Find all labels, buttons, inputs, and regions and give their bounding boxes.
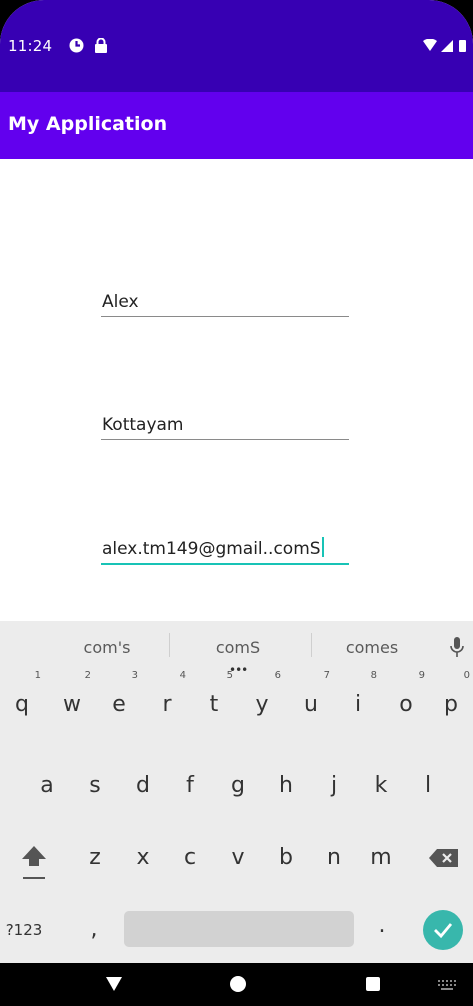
suggestion-2[interactable]: comS — [178, 638, 298, 657]
key-y[interactable]: 6y — [240, 670, 284, 728]
app-title: My Application — [8, 113, 168, 135]
key-d[interactable]: d — [121, 763, 165, 809]
key-a[interactable]: a — [25, 763, 69, 809]
backspace-icon[interactable] — [428, 847, 460, 869]
recents-square-icon[interactable] — [366, 977, 380, 991]
enter-key[interactable] — [423, 910, 463, 950]
system-status-icons — [423, 39, 466, 52]
key-r[interactable]: 4r — [145, 670, 189, 728]
space-key[interactable] — [124, 911, 354, 947]
key-b[interactable]: b — [264, 835, 308, 881]
key-v[interactable]: v — [216, 835, 260, 881]
key-g[interactable]: g — [216, 763, 260, 809]
home-circle-icon[interactable] — [230, 976, 246, 992]
email-field-container: alex.tm149@gmail..comS — [102, 537, 324, 559]
key-j[interactable]: j — [312, 763, 356, 809]
battery-icon — [459, 40, 466, 52]
suggestion-divider — [169, 633, 170, 657]
signal-icon — [441, 40, 453, 52]
wifi-icon — [423, 39, 437, 51]
key-l[interactable]: l — [406, 763, 450, 809]
period-key[interactable]: . — [360, 903, 404, 949]
microphone-icon[interactable] — [449, 636, 465, 658]
back-triangle-icon[interactable] — [106, 977, 122, 991]
key-s[interactable]: s — [73, 763, 117, 809]
key-h[interactable]: h — [264, 763, 308, 809]
comma-key[interactable]: , — [72, 907, 116, 953]
suggestion-3[interactable]: comes — [312, 638, 432, 657]
place-field-value: Kottayam — [102, 415, 184, 435]
pocket-sync-icon — [69, 38, 84, 53]
key-p[interactable]: 0p — [429, 670, 473, 728]
key-u[interactable]: 7u — [289, 670, 333, 728]
symbols-key[interactable]: ?123 — [2, 907, 46, 953]
key-q[interactable]: 1q — [0, 670, 44, 728]
check-icon — [434, 923, 453, 939]
navigation-bar — [0, 963, 473, 1006]
phone-screen: 11:24 My Application Alex Kottayam alex.… — [0, 0, 473, 1006]
suggestion-1[interactable]: com's — [47, 638, 167, 657]
key-c[interactable]: c — [168, 835, 212, 881]
key-x[interactable]: x — [121, 835, 165, 881]
text-cursor — [321, 537, 324, 557]
key-f[interactable]: f — [168, 763, 212, 809]
key-k[interactable]: k — [359, 763, 403, 809]
key-o[interactable]: 9o — [384, 670, 428, 728]
key-e[interactable]: 3e — [97, 670, 141, 728]
suggestion-strip: com's comS ••• comes — [0, 621, 473, 677]
name-field-value: Alex — [102, 292, 139, 312]
shift-key-icon[interactable] — [20, 842, 48, 882]
status-time: 11:24 — [8, 37, 53, 55]
place-field[interactable]: Kottayam — [101, 399, 349, 440]
key-i[interactable]: 8i — [336, 670, 380, 728]
key-w[interactable]: 2w — [50, 670, 94, 728]
key-m[interactable]: m — [359, 835, 403, 881]
name-field[interactable]: Alex — [101, 276, 349, 317]
key-n[interactable]: n — [312, 835, 356, 881]
app-bar: My Application — [0, 92, 473, 159]
keyboard-switch-icon[interactable] — [438, 980, 456, 990]
key-t[interactable]: 5t — [192, 670, 236, 728]
lock-icon — [95, 38, 107, 53]
key-z[interactable]: z — [73, 835, 117, 881]
email-field-value: alex.tm149@gmail..comS — [102, 539, 321, 559]
status-bar: 11:24 — [0, 0, 473, 92]
soft-keyboard: com's comS ••• comes 1q 2w 3e 4r 5t 6y 7… — [0, 621, 473, 963]
email-field[interactable]: alex.tm149@gmail..comS — [101, 523, 349, 565]
